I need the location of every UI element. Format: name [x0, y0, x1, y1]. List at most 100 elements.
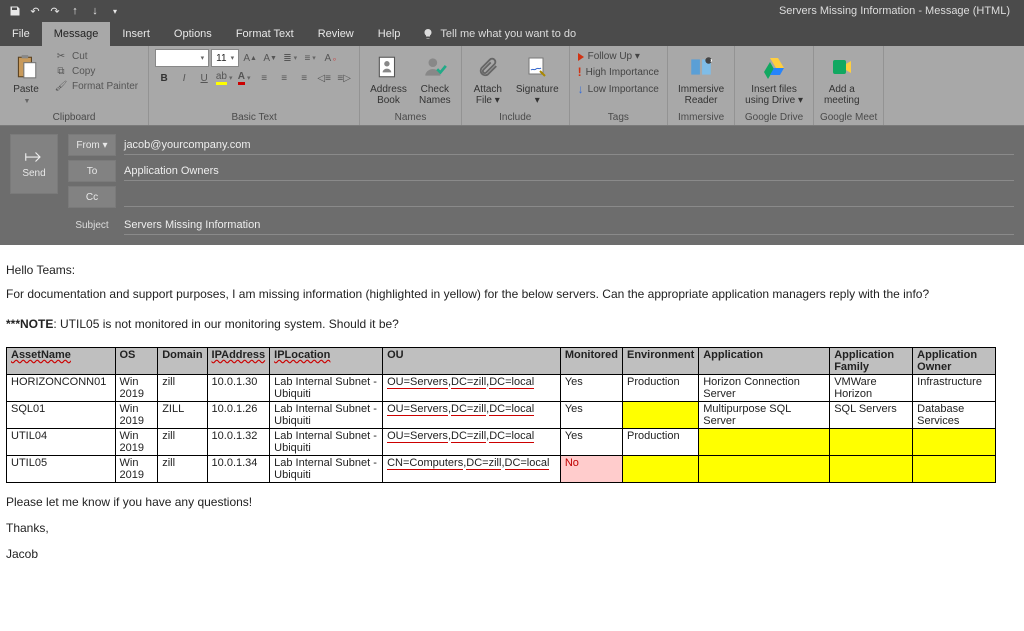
greeting: Hello Teams: [6, 263, 1018, 277]
send-button[interactable]: Send [10, 134, 58, 194]
group-google-drive-label: Google Drive [741, 112, 807, 125]
group-google-meet: Add a meeting Google Meet [814, 46, 884, 125]
col-os: OS [120, 349, 136, 361]
cell-domain: ZILL [158, 402, 207, 429]
cell-owner [913, 429, 996, 456]
cell-monitored: Yes [560, 402, 622, 429]
high-importance-button[interactable]: !High Importance [576, 65, 661, 79]
immersive-reader-button[interactable]: Immersive Reader [674, 49, 728, 108]
underline-button[interactable]: U [195, 69, 213, 87]
font-size-combo[interactable]: 11▾ [211, 49, 239, 67]
window-title: Servers Missing Information - Message (H… [124, 5, 1018, 17]
group-basic-text-label: Basic Text [155, 112, 353, 125]
cell-ou: OU=Servers,DC=zill,DC=local [383, 402, 561, 429]
col-appowner: Application Owner [917, 349, 977, 373]
undo-button[interactable]: ↶ [26, 2, 44, 20]
numbering-button[interactable]: ≡▾ [301, 49, 319, 67]
outdent-button[interactable]: ◁≡ [315, 69, 333, 87]
table-header-row: AssetName OS Domain IPAddress IPLocation… [7, 348, 996, 375]
cell-domain: zill [158, 429, 207, 456]
low-importance-button[interactable]: ↓Low Importance [576, 82, 661, 96]
cut-button[interactable]: ✂Cut [50, 49, 142, 63]
save-button[interactable] [6, 2, 24, 20]
highlight-color-button[interactable]: ab▾ [215, 69, 233, 87]
message-body[interactable]: Hello Teams: For documentation and suppo… [0, 245, 1024, 583]
indent-button[interactable]: ≡▷ [335, 69, 353, 87]
up-button[interactable]: ↑ [66, 2, 84, 20]
to-field[interactable] [124, 162, 1014, 181]
tell-me-label: Tell me what you want to do [440, 28, 576, 40]
add-meeting-label: Add a meeting [824, 83, 860, 106]
insert-files-drive-button[interactable]: Insert files using Drive ▾ [741, 49, 807, 108]
format-painter-button[interactable]: 🖌Format Painter [50, 79, 142, 93]
tell-me-search[interactable]: Tell me what you want to do [412, 22, 586, 46]
cc-button[interactable]: Cc [68, 186, 116, 208]
cell-monitored: Yes [560, 375, 622, 402]
scissors-icon: ✂ [54, 50, 68, 62]
cell-monitored: No [560, 456, 622, 483]
bullets-button[interactable]: ≣▾ [281, 49, 299, 67]
redo-button[interactable]: ↷ [46, 2, 64, 20]
cell-iploc: Lab Internal Subnet - Ubiquiti [270, 375, 383, 402]
cell-domain: zill [158, 456, 207, 483]
col-assetname: AssetName [11, 349, 71, 361]
col-application: Application [703, 349, 763, 361]
address-book-button[interactable]: Address Book [366, 49, 411, 108]
tab-insert[interactable]: Insert [110, 22, 162, 46]
copy-button[interactable]: ⧉Copy [50, 64, 142, 78]
font-family-combo[interactable]: ▾ [155, 49, 209, 67]
cell-os: Win 2019 [115, 429, 158, 456]
align-right-button[interactable]: ≡ [295, 69, 313, 87]
signature-button[interactable]: Signature ▾ [512, 49, 563, 108]
qat-customize[interactable]: ▾ [106, 2, 124, 20]
cell-app [699, 429, 830, 456]
cell-ou: OU=Servers,DC=zill,DC=local [383, 375, 561, 402]
font-color-button[interactable]: A▾ [235, 69, 253, 87]
address-book-label: Address Book [370, 83, 407, 106]
subject-field[interactable] [124, 216, 1014, 235]
follow-up-button[interactable]: Follow Up ▾ [576, 51, 661, 62]
down-button[interactable]: ↓ [86, 2, 104, 20]
cell-ou: CN=Computers,DC=zill,DC=local [383, 456, 561, 483]
col-appfamily: Application Family [834, 349, 894, 373]
cell-app [699, 456, 830, 483]
quick-access-toolbar: ↶ ↷ ↑ ↓ ▾ [6, 2, 124, 20]
tab-options[interactable]: Options [162, 22, 224, 46]
servers-table: AssetName OS Domain IPAddress IPLocation… [6, 347, 996, 483]
from-button[interactable]: From ▾ [68, 134, 116, 156]
cc-field[interactable] [124, 188, 1014, 207]
align-center-button[interactable]: ≡ [275, 69, 293, 87]
ribbon-tabs: File Message Insert Options Format Text … [0, 22, 1024, 46]
tab-help[interactable]: Help [366, 22, 413, 46]
grow-font-button[interactable]: A▲ [241, 49, 259, 67]
italic-button[interactable]: I [175, 69, 193, 87]
paste-button[interactable]: Paste▼ [6, 49, 46, 109]
tab-file[interactable]: File [0, 22, 42, 46]
add-meeting-button[interactable]: Add a meeting [820, 49, 864, 108]
group-include-label: Include [468, 112, 563, 125]
tab-review[interactable]: Review [306, 22, 366, 46]
group-immersive-label: Immersive [674, 112, 728, 125]
tab-format-text[interactable]: Format Text [224, 22, 306, 46]
cell-owner [913, 456, 996, 483]
cell-appfam: VMWare Horizon [830, 375, 913, 402]
cell-iploc: Lab Internal Subnet - Ubiquiti [270, 429, 383, 456]
to-button[interactable]: To [68, 160, 116, 182]
check-names-button[interactable]: Check Names [415, 49, 455, 108]
shrink-font-button[interactable]: A▼ [261, 49, 279, 67]
subject-label: Subject [68, 220, 116, 231]
bold-button[interactable]: B [155, 69, 173, 87]
col-domain: Domain [162, 349, 202, 361]
paste-icon [10, 51, 42, 83]
styles-button[interactable]: Aₒ [321, 49, 339, 67]
cell-asset: SQL01 [7, 402, 116, 429]
align-left-button[interactable]: ≡ [255, 69, 273, 87]
cell-domain: zill [158, 375, 207, 402]
flag-icon [578, 53, 584, 61]
group-google-drive: Insert files using Drive ▾ Google Drive [735, 46, 814, 125]
paragraph-1: For documentation and support purposes, … [6, 287, 1018, 301]
table-row: UTIL05Win 2019zill10.0.1.34Lab Internal … [7, 456, 996, 483]
tab-message[interactable]: Message [42, 22, 111, 46]
attach-file-button[interactable]: Attach File ▾ [468, 49, 508, 108]
group-tags: Follow Up ▾ !High Importance ↓Low Import… [570, 46, 668, 125]
